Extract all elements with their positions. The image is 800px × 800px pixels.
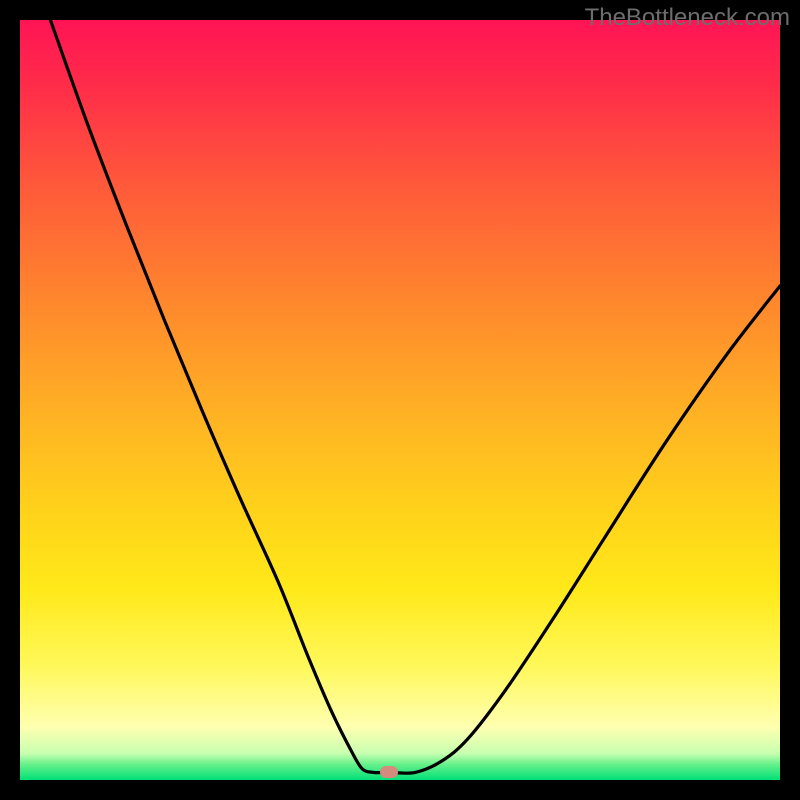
chart-frame: TheBottleneck.com xyxy=(0,0,800,800)
watermark-text: TheBottleneck.com xyxy=(585,4,790,32)
optimal-point-marker xyxy=(380,766,398,778)
plot-area xyxy=(20,20,780,780)
bottleneck-curve xyxy=(20,20,780,780)
